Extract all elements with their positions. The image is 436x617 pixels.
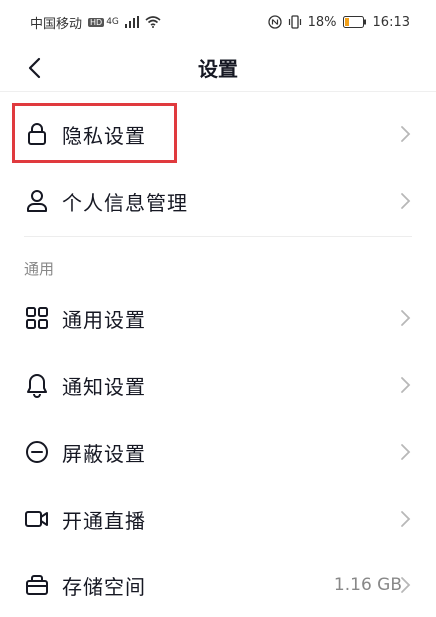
row-personal-info[interactable]: 个人信息管理: [0, 169, 436, 233]
bell-icon: [24, 372, 50, 398]
back-button[interactable]: [18, 52, 50, 84]
chevron-right-icon: [401, 310, 411, 326]
chevron-right-icon: [401, 511, 411, 527]
row-label: 开通直播: [62, 508, 146, 533]
signal-icon: [124, 16, 139, 28]
storage-icon: [24, 572, 50, 598]
battery-percent: 18%: [307, 14, 337, 30]
wifi-icon: [145, 16, 161, 28]
row-label: 个人信息管理: [62, 190, 188, 215]
vibrate-icon: [288, 15, 301, 29]
chevron-right-icon: [401, 377, 411, 393]
block-icon: [24, 439, 50, 465]
chevron-right-icon: [401, 444, 411, 460]
row-label: 存储空间: [62, 574, 146, 599]
row-label: 屏蔽设置: [62, 441, 146, 466]
page-title: 设置: [198, 57, 238, 81]
row-general-settings[interactable]: 通用设置: [0, 286, 436, 350]
chevron-right-icon: [401, 193, 411, 209]
section-divider: [24, 236, 412, 237]
row-block-settings[interactable]: 屏蔽设置: [0, 420, 436, 484]
nav-bar: 设置: [0, 44, 436, 92]
grid-icon: [24, 305, 50, 331]
row-label: 通用设置: [62, 307, 146, 332]
hd-badge: HD: [88, 17, 105, 27]
storage-size: 1.16 GB: [333, 575, 402, 595]
row-start-livestream[interactable]: 开通直播: [0, 487, 436, 551]
nfc-icon: [267, 15, 282, 29]
row-storage[interactable]: 存储空间 1.16 GB: [0, 553, 436, 617]
video-icon: [24, 506, 50, 532]
chevron-right-icon: [401, 577, 411, 593]
lock-icon: [24, 121, 50, 147]
row-label: 通知设置: [62, 374, 146, 399]
chevron-right-icon: [401, 126, 411, 142]
row-notification-settings[interactable]: 通知设置: [0, 353, 436, 417]
section-header-general: 通用: [24, 260, 55, 278]
battery-icon: [342, 16, 366, 28]
clock: 16:13: [372, 14, 410, 30]
network-label: 4G: [106, 17, 119, 27]
person-icon: [24, 188, 50, 214]
carrier-label: 中国移动: [30, 16, 83, 32]
chevron-left-icon: [28, 57, 41, 79]
row-label: 隐私设置: [62, 123, 146, 148]
status-bar: 中国移动 HD 4G 18% 16:13: [0, 0, 436, 44]
row-privacy-settings[interactable]: 隐私设置: [0, 102, 436, 166]
